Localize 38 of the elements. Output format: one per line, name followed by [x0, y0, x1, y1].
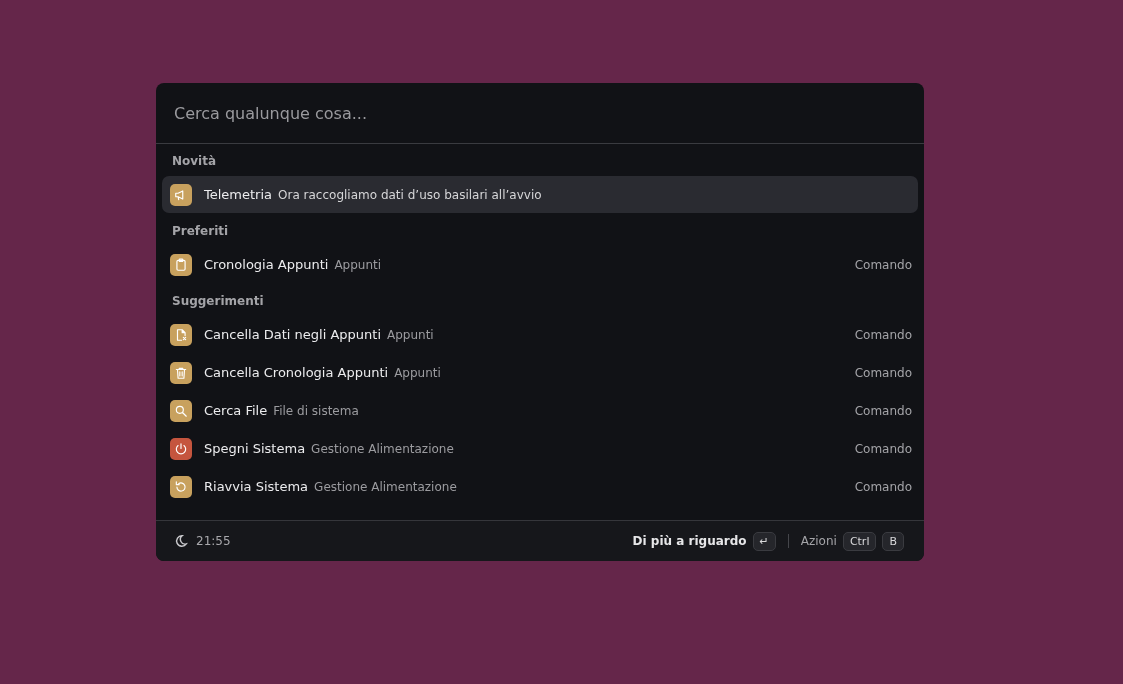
section-heading: Suggerimenti	[171, 293, 265, 310]
result-type: Comando	[854, 403, 912, 418]
result-title: Telemetria	[204, 187, 273, 202]
keyboard-key[interactable]: Ctrl	[842, 531, 877, 551]
result-subtitle: Appunti	[387, 327, 434, 342]
result-type: Comando	[854, 365, 912, 380]
search-field[interactable]: Cerca qualunque cosa...	[172, 102, 908, 124]
result-row[interactable]: Telemetria Ora raccogliamo dati d’uso basilari all’avvio	[162, 176, 918, 213]
result-row[interactable]: Cancella Dati negli Appunti Appunti Comando	[162, 316, 918, 353]
result-subtitle: Appunti	[394, 365, 441, 380]
result-row[interactable]: Cancella Cronologia Appunti Appunti Comando	[162, 354, 918, 391]
result-title: Riavvia Sistema	[204, 479, 309, 494]
result-subtitle: File di sistema	[273, 403, 359, 418]
moon-icon	[174, 534, 188, 548]
section-heading: Novità	[171, 153, 218, 170]
result-row[interactable]: Cronologia Appunti Appunti Comando	[162, 246, 918, 283]
result-subtitle: Appunti	[334, 257, 382, 272]
result-subtitle: Gestione Alimentazione	[311, 441, 454, 456]
result-title: Cancella Cronologia Appunti	[204, 365, 389, 380]
enter-key[interactable]: ↵	[752, 531, 776, 551]
result-title: Spegni Sistema	[204, 441, 306, 456]
actions-label: Azioni	[800, 534, 837, 548]
result-row[interactable]: Spegni Sistema Gestione Alimentazione Comando	[162, 430, 918, 467]
result-title: Cerca File	[204, 403, 268, 418]
clock-time: 21:55	[196, 534, 231, 548]
result-row[interactable]: Riavvia Sistema Gestione Alimentazione Comando	[162, 468, 918, 505]
result-row[interactable]: Cerca File File di sistema Comando	[162, 392, 918, 429]
result-title: Cancella Dati negli Appunti	[204, 327, 381, 342]
result-title: Cronologia Appunti	[204, 257, 329, 272]
keyboard-key[interactable]: B	[882, 531, 904, 551]
section-heading: Preferiti	[171, 223, 230, 240]
result-type: Comando	[854, 257, 912, 272]
result-subtitle: Gestione Alimentazione	[314, 479, 457, 494]
result-type: Comando	[854, 327, 912, 342]
result-type: Comando	[854, 441, 912, 456]
result-subtitle: Ora raccogliamo dati d’uso basilari all’avvio	[278, 187, 542, 202]
primary-action-label: Di più a riguardo	[632, 534, 747, 548]
result-type: Comando	[854, 479, 912, 494]
